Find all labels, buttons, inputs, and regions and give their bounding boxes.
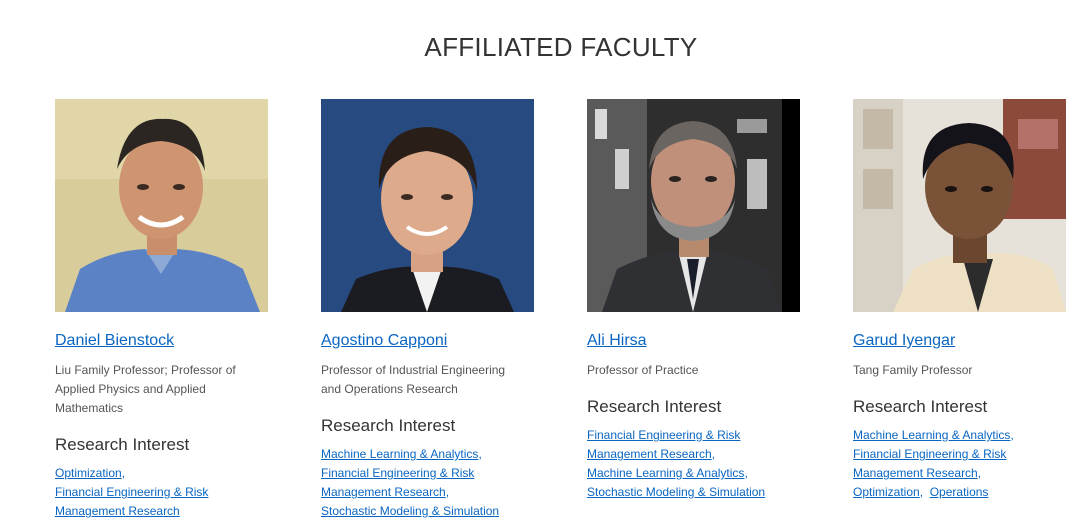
faculty-card: Daniel Bienstock Liu Family Professor; P… xyxy=(55,99,269,521)
interest-link[interactable]: Operations xyxy=(930,485,989,499)
faculty-photo[interactable] xyxy=(587,99,800,312)
interest-link[interactable]: Financial Engineering & Risk Management … xyxy=(55,485,208,518)
interest-link[interactable]: Stochastic Modeling & Simulation xyxy=(321,504,499,518)
faculty-name-link[interactable]: Ali Hirsa xyxy=(587,330,801,352)
faculty-title: Professor of Practice xyxy=(587,363,699,377)
research-interest-list: Machine Learning & Analytics, Financial … xyxy=(853,428,1014,499)
research-interest-list: Machine Learning & Analytics, Financial … xyxy=(321,447,500,518)
interest-link[interactable]: Machine Learning & Analytics xyxy=(321,447,478,461)
faculty-name-link[interactable]: Garud Iyengar xyxy=(853,330,1067,352)
faculty-photo[interactable] xyxy=(55,99,268,312)
faculty-card: Ali Hirsa Professor of Practice Research… xyxy=(587,99,801,502)
page-title: AFFILIATED FACULTY xyxy=(424,32,698,62)
faculty-photo[interactable] xyxy=(853,99,1066,312)
research-interest-heading: Research Interest xyxy=(587,397,722,416)
interest-link[interactable]: Machine Learning & Analytics xyxy=(587,466,744,480)
interest-link[interactable]: Machine Learning & Analytics xyxy=(853,428,1010,442)
interest-link[interactable]: Optimization xyxy=(55,466,122,480)
faculty-name-link[interactable]: Daniel Bienstock xyxy=(55,330,269,352)
interest-link[interactable]: Financial Engineering & Risk Management … xyxy=(587,428,740,461)
faculty-title: Tang Family Professor xyxy=(853,363,973,377)
research-interest-heading: Research Interest xyxy=(853,397,988,416)
interest-link[interactable]: Stochastic Modeling & Simulation xyxy=(587,485,765,499)
interest-link[interactable]: Optimization xyxy=(853,485,920,499)
interest-link[interactable]: Financial Engineering & Risk Management … xyxy=(321,466,474,499)
faculty-card: Agostino Capponi Professor of Industrial… xyxy=(321,99,535,521)
faculty-photo[interactable] xyxy=(321,99,534,312)
faculty-title: Liu Family Professor; Professor of Appli… xyxy=(55,363,236,415)
interest-link[interactable]: Financial Engineering & Risk Management … xyxy=(853,447,1006,480)
research-interest-list: Optimization, Financial Engineering & Ri… xyxy=(55,466,209,518)
faculty-title: Professor of Industrial Engineering and … xyxy=(321,363,506,396)
faculty-name-link[interactable]: Agostino Capponi xyxy=(321,330,535,352)
research-interest-heading: Research Interest xyxy=(55,435,190,454)
faculty-card: Garud Iyengar Tang Family Professor Rese… xyxy=(853,99,1067,502)
research-interest-list: Financial Engineering & Risk Management … xyxy=(587,428,766,499)
research-interest-heading: Research Interest xyxy=(321,416,456,435)
